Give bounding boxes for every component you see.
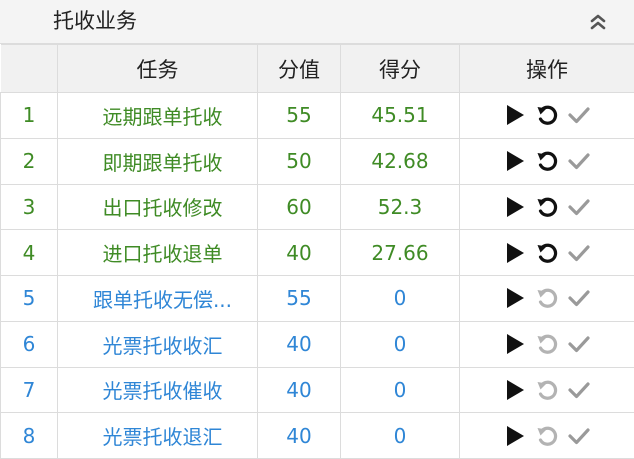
task-score: 45.51 — [341, 93, 460, 139]
task-name-link[interactable]: 光票托收收汇 — [58, 321, 258, 367]
row-actions — [460, 321, 634, 367]
check-icon[interactable] — [567, 102, 591, 128]
table-row: 6 光票托收收汇 40 0 — [1, 321, 634, 367]
row-index: 3 — [1, 184, 58, 230]
redo-icon[interactable] — [535, 331, 559, 357]
check-icon[interactable] — [567, 423, 591, 449]
row-actions — [460, 93, 634, 139]
row-actions — [460, 230, 634, 276]
check-icon[interactable] — [567, 377, 591, 403]
table-body: 1 远期跟单托收 55 45.51 2 即期跟单托 — [1, 93, 634, 459]
row-actions — [460, 138, 634, 184]
table-row: 4 进口托收退单 40 27.66 — [1, 230, 634, 276]
row-index: 7 — [1, 367, 58, 413]
header-score: 得分 — [341, 45, 460, 93]
play-icon[interactable] — [503, 285, 527, 311]
check-icon[interactable] — [567, 240, 591, 266]
play-icon[interactable] — [503, 148, 527, 174]
task-name-link[interactable]: 跟单托收无偿... — [58, 276, 258, 322]
check-icon[interactable] — [567, 194, 591, 220]
table-row: 5 跟单托收无偿... 55 0 — [1, 276, 634, 322]
table-header-row: 任务 分值 得分 操作 — [1, 45, 634, 93]
task-value: 40 — [258, 367, 341, 413]
check-icon[interactable] — [567, 331, 591, 357]
row-actions — [460, 413, 634, 459]
collection-business-panel: 托收业务 任务 分值 得分 操作 1 远期跟单托收 — [0, 0, 634, 458]
task-name-link[interactable]: 即期跟单托收 — [58, 138, 258, 184]
row-index: 8 — [1, 413, 58, 459]
row-actions — [460, 276, 634, 322]
task-name-link[interactable]: 远期跟单托收 — [58, 93, 258, 139]
task-score: 27.66 — [341, 230, 460, 276]
row-index: 1 — [1, 93, 58, 139]
header-value: 分值 — [258, 45, 341, 93]
task-table: 任务 分值 得分 操作 1 远期跟单托收 55 45.51 — [0, 44, 634, 459]
play-icon[interactable] — [503, 102, 527, 128]
task-score: 0 — [341, 276, 460, 322]
check-icon[interactable] — [567, 285, 591, 311]
row-index: 5 — [1, 276, 58, 322]
redo-icon[interactable] — [535, 102, 559, 128]
task-value: 40 — [258, 230, 341, 276]
table-row: 3 出口托收修改 60 52.3 — [1, 184, 634, 230]
play-icon[interactable] — [503, 331, 527, 357]
task-value: 40 — [258, 321, 341, 367]
task-value: 55 — [258, 93, 341, 139]
row-actions — [460, 184, 634, 230]
task-value: 50 — [258, 138, 341, 184]
task-score: 0 — [341, 367, 460, 413]
task-name-link[interactable]: 光票托收退汇 — [58, 413, 258, 459]
task-name-link[interactable]: 出口托收修改 — [58, 184, 258, 230]
task-score: 52.3 — [341, 184, 460, 230]
table-row: 7 光票托收催收 40 0 — [1, 367, 634, 413]
task-score: 0 — [341, 321, 460, 367]
row-index: 6 — [1, 321, 58, 367]
redo-icon[interactable] — [535, 240, 559, 266]
task-value: 55 — [258, 276, 341, 322]
row-index: 2 — [1, 138, 58, 184]
task-value: 60 — [258, 184, 341, 230]
play-icon[interactable] — [503, 377, 527, 403]
play-icon[interactable] — [503, 194, 527, 220]
table-row: 2 即期跟单托收 50 42.68 — [1, 138, 634, 184]
redo-icon[interactable] — [535, 194, 559, 220]
double-chevron-up-icon[interactable] — [584, 8, 612, 34]
task-score: 42.68 — [341, 138, 460, 184]
header-index — [1, 45, 58, 93]
redo-icon[interactable] — [535, 377, 559, 403]
check-icon[interactable] — [567, 148, 591, 174]
table-row: 1 远期跟单托收 55 45.51 — [1, 93, 634, 139]
task-score: 0 — [341, 413, 460, 459]
task-name-link[interactable]: 进口托收退单 — [58, 230, 258, 276]
task-name-link[interactable]: 光票托收催收 — [58, 367, 258, 413]
task-value: 40 — [258, 413, 341, 459]
row-index: 4 — [1, 230, 58, 276]
panel-title: 托收业务 — [53, 6, 137, 36]
play-icon[interactable] — [503, 423, 527, 449]
table-row: 8 光票托收退汇 40 0 — [1, 413, 634, 459]
redo-icon[interactable] — [535, 423, 559, 449]
redo-icon[interactable] — [535, 285, 559, 311]
play-icon[interactable] — [503, 240, 527, 266]
row-actions — [460, 367, 634, 413]
header-task: 任务 — [58, 45, 258, 93]
header-actions: 操作 — [460, 45, 634, 93]
redo-icon[interactable] — [535, 148, 559, 174]
panel-header: 托收业务 — [0, 0, 634, 44]
